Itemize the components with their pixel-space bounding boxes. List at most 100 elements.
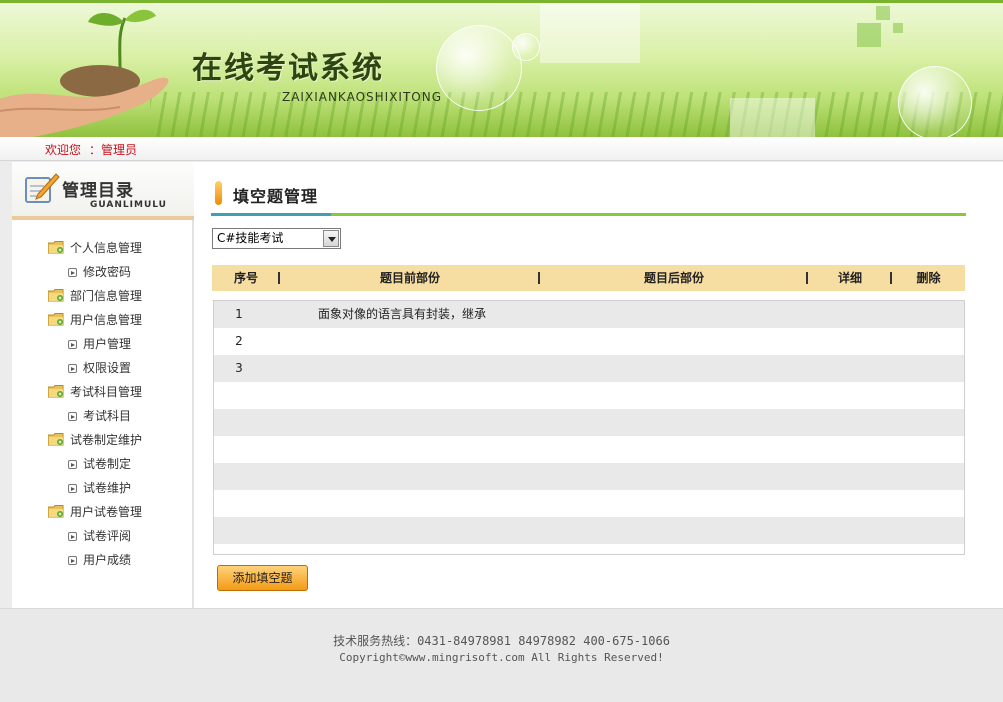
footer-copyright: Copyright©www.mingrisoft.com All Rights … bbox=[339, 651, 664, 664]
app-subtitle: ZAIXIANKAOSHIXITONG bbox=[282, 90, 443, 104]
folder-icon bbox=[48, 313, 64, 326]
header-banner: 在线考试系统 ZAIXIANKAOSHIXITONG bbox=[0, 0, 1003, 137]
folder-icon bbox=[48, 433, 64, 446]
question-front-text bbox=[264, 409, 914, 436]
arrow-bullet-icon bbox=[68, 340, 77, 349]
question-front-text: 面象对像的语言具有封装，继承 bbox=[318, 307, 487, 321]
bubble-decoration bbox=[898, 66, 972, 137]
sidebar-link[interactable]: 用户成绩 bbox=[12, 548, 192, 572]
row-number: 2 bbox=[235, 334, 243, 348]
arrow-bullet-icon bbox=[68, 556, 77, 565]
bubble-decoration bbox=[436, 25, 522, 111]
sidebar-item-label: 试卷制定维护 bbox=[70, 433, 143, 447]
row-number bbox=[214, 409, 264, 436]
sidebar-item-label: 个人信息管理 bbox=[70, 241, 143, 255]
banner-square-decoration bbox=[730, 98, 815, 137]
table-row bbox=[214, 463, 964, 490]
sidebar-category[interactable]: 用户信息管理 bbox=[12, 308, 192, 332]
row-number bbox=[214, 517, 264, 544]
table-header: 序号 题目前部份 题目后部份 详细 删除 bbox=[212, 265, 965, 291]
sidebar-header: 管理目录 GUANLIMULU bbox=[12, 162, 194, 220]
content-header: 填空题管理 bbox=[211, 180, 966, 216]
banner-square-decoration bbox=[893, 23, 903, 33]
column-header-label: 序号 bbox=[233, 271, 258, 285]
notepad-pen-icon bbox=[25, 173, 60, 203]
sidebar-title: 管理目录 bbox=[62, 181, 134, 201]
question-front-text bbox=[264, 382, 914, 409]
sidebar-item-label: 用户试卷管理 bbox=[70, 505, 143, 519]
row-number: 3 bbox=[235, 361, 243, 375]
table-row bbox=[214, 409, 964, 436]
column-header-label: 题目前部份 bbox=[379, 271, 440, 285]
sidebar-category[interactable]: 用户试卷管理 bbox=[12, 500, 192, 524]
question-front-text bbox=[264, 436, 914, 463]
sidebar-menu: 个人信息管理 修改密码部门信息管理 用户信息管理 用户管理权限设置考试科目管理考试科目… bbox=[12, 236, 192, 572]
arrow-bullet-icon bbox=[68, 364, 77, 373]
folder-icon bbox=[48, 241, 64, 254]
banner-square-decoration bbox=[857, 23, 881, 47]
table-row bbox=[214, 490, 964, 517]
folder-icon bbox=[48, 505, 64, 518]
question-front-text bbox=[264, 355, 914, 382]
sidebar-category[interactable]: 部门信息管理 bbox=[12, 284, 192, 308]
chevron-down-icon[interactable] bbox=[323, 230, 339, 247]
title-marker-icon bbox=[215, 181, 222, 205]
arrow-bullet-icon bbox=[68, 412, 77, 421]
question-front-text bbox=[264, 463, 914, 490]
row-number bbox=[214, 436, 264, 463]
arrow-bullet-icon bbox=[68, 460, 77, 469]
footer-hotline: 技术服务热线：0431-84978981 84978982 400-675-10… bbox=[333, 634, 670, 648]
sidebar-item-label: 部门信息管理 bbox=[70, 289, 143, 303]
sidebar-item-label: 用户成绩 bbox=[83, 553, 132, 567]
banner-square-decoration bbox=[876, 6, 890, 20]
banner-grass-decoration bbox=[150, 92, 1003, 137]
folder-icon bbox=[48, 289, 64, 302]
sidebar-item-label: 修改密码 bbox=[83, 265, 132, 279]
sidebar-item-label: 权限设置 bbox=[83, 361, 132, 375]
sidebar-link[interactable]: 试卷评阅 bbox=[12, 524, 192, 548]
table-row bbox=[214, 517, 964, 544]
sidebar-subtitle: GUANLIMULU bbox=[90, 200, 167, 210]
sidebar-category[interactable]: 个人信息管理 bbox=[12, 236, 192, 260]
column-header-label: 删除 bbox=[916, 271, 941, 285]
sidebar-item-label: 试卷评阅 bbox=[83, 529, 132, 543]
sidebar-item-label: 用户管理 bbox=[83, 337, 132, 351]
sidebar-link[interactable]: 试卷制定 bbox=[12, 452, 192, 476]
sidebar-link[interactable]: 用户管理 bbox=[12, 332, 192, 356]
sidebar-category[interactable]: 试卷制定维护 bbox=[12, 428, 192, 452]
table-row: 1 面象对像的语言具有封装，继承 bbox=[214, 301, 964, 328]
row-number: 1 bbox=[235, 307, 243, 321]
sidebar-category[interactable]: 考试科目管理 bbox=[12, 380, 192, 404]
sidebar-item-label: 试卷维护 bbox=[83, 481, 132, 495]
sidebar: 管理目录 GUANLIMULU 个人信息管理 修改密码部门信息管理 用户信息管理 用户… bbox=[12, 162, 194, 608]
question-front-text bbox=[264, 517, 914, 544]
sidebar-link[interactable]: 试卷维护 bbox=[12, 476, 192, 500]
sidebar-item-label: 用户信息管理 bbox=[70, 313, 143, 327]
column-header: 删除 bbox=[892, 265, 965, 291]
exam-select[interactable]: C#技能考试 bbox=[212, 228, 341, 249]
exam-select-value: C#技能考试 bbox=[217, 231, 284, 245]
column-header-label: 详细 bbox=[837, 271, 862, 285]
sidebar-link[interactable]: 修改密码 bbox=[12, 260, 192, 284]
welcome-bar: 欢迎您 ：管理员 bbox=[0, 137, 1003, 161]
sidebar-item-label: 考试科目 bbox=[83, 409, 132, 423]
add-fill-blank-button[interactable]: 添加填空题 bbox=[217, 565, 308, 591]
table-row bbox=[214, 436, 964, 463]
welcome-user: ：管理员 bbox=[89, 143, 138, 157]
welcome-greeting: 欢迎您 bbox=[45, 143, 82, 157]
table-row: 2 bbox=[214, 328, 964, 355]
app-title: 在线考试系统 bbox=[192, 51, 384, 86]
banner-square-decoration bbox=[540, 3, 640, 63]
hand-soil-icon bbox=[0, 65, 169, 137]
sidebar-link[interactable]: 考试科目 bbox=[12, 404, 192, 428]
content-panel: 填空题管理 C#技能考试 序号 题目前部份 题目后部份 详细 删除 1 面象对像的语言具有… bbox=[211, 162, 966, 608]
column-header: 题目前部份 bbox=[280, 265, 540, 291]
question-front-text bbox=[264, 328, 914, 355]
column-header: 序号 bbox=[212, 265, 280, 291]
row-number bbox=[214, 463, 264, 490]
sidebar-link[interactable]: 权限设置 bbox=[12, 356, 192, 380]
bubble-decoration bbox=[512, 33, 540, 61]
row-number bbox=[214, 382, 264, 409]
sidebar-item-label: 试卷制定 bbox=[83, 457, 132, 471]
column-header-label: 题目后部份 bbox=[643, 271, 704, 285]
